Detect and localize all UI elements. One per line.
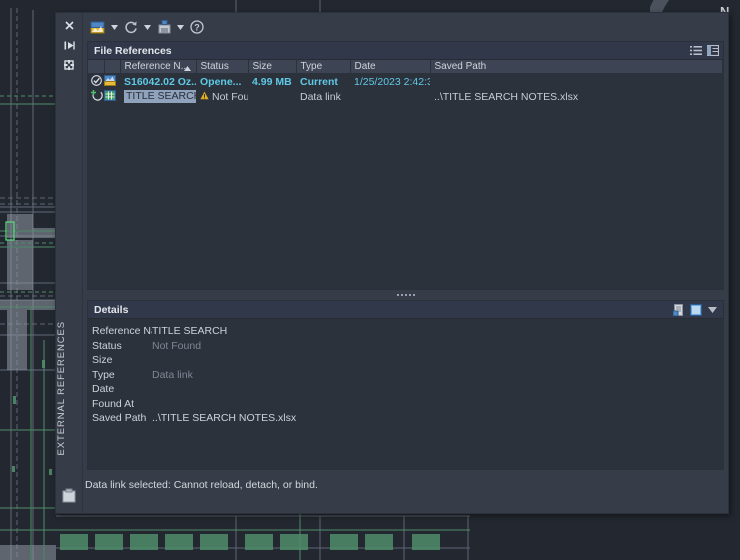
file-references-table-wrap[interactable]: Reference N... Status Size Type Date Sav…	[88, 60, 723, 289]
details-body: Reference Na... TITLE SEARCH Status Not …	[88, 319, 723, 469]
detail-value: ..\TITLE SEARCH NOTES.xlsx	[152, 412, 296, 424]
row-type: Data link	[296, 89, 350, 104]
detail-label: Found At	[90, 398, 152, 410]
details-header-icons	[672, 303, 719, 316]
row-reference-name-selected[interactable]: TITLE SEARCH	[124, 90, 196, 103]
palette-content: ? File References	[83, 13, 728, 513]
column-header-date[interactable]: Date	[350, 60, 430, 74]
detail-row: Reference Na... TITLE SEARCH	[90, 324, 723, 339]
details-title: Details	[94, 304, 672, 316]
external-references-palette: EXTERNAL REFERENCES	[55, 12, 729, 514]
row-file-icon-cell	[104, 89, 120, 104]
column-header-type[interactable]: Type	[296, 60, 350, 74]
detail-label: Type	[90, 369, 152, 381]
xref-toolbar: ?	[83, 13, 728, 41]
tree-view-icon[interactable]	[706, 44, 719, 57]
palette-title-strip: EXTERNAL REFERENCES	[56, 13, 83, 513]
column-header-saved-path[interactable]: Saved Path	[430, 60, 723, 74]
dwg-file-icon	[104, 75, 116, 86]
row-size	[248, 89, 296, 104]
panel-splitter[interactable]	[83, 290, 728, 300]
row-status-text: Not Fou...	[212, 91, 248, 103]
column-header-state[interactable]	[88, 60, 104, 74]
row-state-icon-cell[interactable]	[88, 74, 104, 90]
warning-icon	[200, 91, 209, 103]
details-view-icon[interactable]	[672, 303, 685, 316]
detail-value: Data link	[152, 369, 193, 381]
refresh-icon[interactable]	[121, 17, 141, 37]
detail-label: Status	[90, 340, 152, 352]
splitter-grip-icon	[397, 294, 415, 296]
file-references-view-toggles	[689, 44, 719, 57]
detail-label: Date	[90, 383, 152, 395]
detail-value: Not Found	[152, 340, 201, 352]
detail-row: Date	[90, 382, 723, 397]
detail-row: Found At	[90, 397, 723, 412]
file-references-header: File References	[88, 42, 723, 60]
column-header-reference-name[interactable]: Reference N...	[120, 60, 196, 74]
detail-label: Reference Na...	[90, 325, 152, 337]
table-row[interactable]: TITLE SEARCH Not Fou...	[88, 89, 723, 104]
chevron-down-icon[interactable]	[706, 303, 719, 316]
detail-row: Saved Path ..\TITLE SEARCH NOTES.xlsx	[90, 411, 723, 426]
details-section: Details	[87, 300, 724, 470]
changes-dropdown-caret-icon[interactable]	[175, 17, 186, 37]
row-reference-name[interactable]: S16042.02 Oz...	[120, 74, 196, 90]
palette-status-message: Data link selected: Cannot reload, detac…	[83, 470, 728, 513]
table-row[interactable]: S16042.02 Oz... Opene... 4.99 MB Current…	[88, 74, 723, 90]
detail-row: Status Not Found	[90, 339, 723, 354]
help-icon[interactable]: ?	[187, 17, 207, 37]
file-references-title: File References	[94, 45, 689, 57]
refresh-dropdown-caret-icon[interactable]	[142, 17, 153, 37]
file-references-section: File References	[87, 41, 724, 290]
file-references-table: Reference N... Status Size Type Date Sav…	[88, 60, 723, 104]
clipboard-icon[interactable]	[61, 488, 77, 507]
sort-ascending-icon	[184, 63, 191, 74]
attach-dropdown-caret-icon[interactable]	[109, 17, 120, 37]
row-date	[350, 89, 430, 104]
svg-text:?: ?	[194, 23, 200, 33]
table-header-row: Reference N... Status Size Type Date Sav…	[88, 60, 723, 74]
unloaded-circle-icon	[91, 90, 103, 101]
row-date: 1/25/2023 2:42:3...	[350, 74, 430, 90]
palette-vertical-title: EXTERNAL REFERENCES	[56, 321, 82, 455]
detail-row: Size	[90, 353, 723, 368]
detail-label: Saved Path	[90, 412, 152, 424]
column-header-status[interactable]: Status	[196, 60, 248, 74]
row-type: Current	[296, 74, 350, 90]
list-view-icon[interactable]	[689, 44, 702, 57]
details-header: Details	[88, 301, 723, 319]
row-status: Not Fou...	[196, 89, 248, 104]
xlsx-file-icon	[104, 90, 116, 101]
attach-dwg-icon[interactable]	[88, 17, 108, 37]
preview-view-icon[interactable]	[689, 303, 702, 316]
row-status: Opene...	[196, 74, 248, 90]
detail-row: Type Data link	[90, 368, 723, 383]
detail-label: Size	[90, 354, 152, 366]
checkmark-circle-icon	[91, 75, 102, 86]
row-saved-path: ..\TITLE SEARCH NOTES.xlsx	[430, 89, 723, 104]
detail-value: TITLE SEARCH	[152, 325, 227, 337]
column-header-icon[interactable]	[104, 60, 120, 74]
column-header-size[interactable]: Size	[248, 60, 296, 74]
close-icon[interactable]	[59, 17, 79, 33]
row-state-icon-cell[interactable]	[88, 89, 104, 104]
changes-bind-icon[interactable]	[154, 17, 174, 37]
row-size: 4.99 MB	[248, 74, 296, 90]
properties-gear-icon[interactable]	[59, 57, 79, 73]
row-file-icon-cell	[104, 74, 120, 90]
row-saved-path	[430, 74, 723, 90]
auto-hide-icon[interactable]	[59, 37, 79, 53]
row-reference-name[interactable]: TITLE SEARCH	[120, 89, 196, 104]
